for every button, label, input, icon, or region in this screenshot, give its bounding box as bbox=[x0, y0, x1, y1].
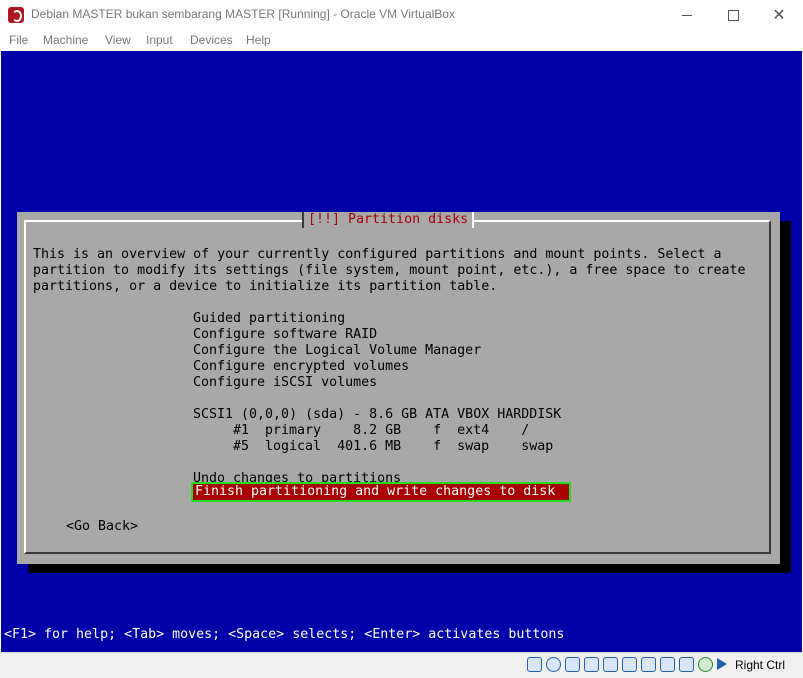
display-icon[interactable] bbox=[641, 657, 656, 672]
vm-display[interactable]: [!!] Partition disks This is an overview… bbox=[1, 51, 802, 652]
usb-icon[interactable] bbox=[603, 657, 618, 672]
minimize-icon bbox=[682, 14, 692, 16]
menu-devices[interactable]: Devices bbox=[190, 33, 233, 47]
status-bar: Right Ctrl bbox=[0, 652, 803, 678]
menu-input[interactable]: Input bbox=[146, 33, 173, 47]
maximize-button[interactable] bbox=[710, 0, 756, 30]
title-bar: Debian MASTER bukan sembarang MASTER [Ru… bbox=[0, 0, 803, 30]
disk-sda[interactable]: SCSI1 (0,0,0) (sda) - 8.6 GB ATA VBOX HA… bbox=[193, 407, 561, 423]
menu-file[interactable]: File bbox=[9, 33, 28, 47]
hard-disk-icon[interactable] bbox=[527, 657, 542, 672]
close-button[interactable]: ✕ bbox=[756, 0, 802, 30]
video-capture-icon[interactable] bbox=[660, 657, 675, 672]
partition-1[interactable]: #1 primary 8.2 GB f ext4 / bbox=[233, 423, 529, 439]
menu-machine[interactable]: Machine bbox=[43, 33, 88, 47]
option-software-raid[interactable]: Configure software RAID bbox=[193, 327, 377, 343]
cpu-icon[interactable] bbox=[679, 657, 694, 672]
partition-dialog: [!!] Partition disks This is an overview… bbox=[17, 212, 780, 564]
option-encrypted-volumes[interactable]: Configure encrypted volumes bbox=[193, 359, 409, 375]
help-line: <F1> for help; <Tab> moves; <Space> sele… bbox=[4, 627, 565, 642]
host-key-label: Right Ctrl bbox=[735, 658, 786, 672]
partition-5[interactable]: #5 logical 401.6 MB f swap swap bbox=[233, 439, 553, 455]
window-title: Debian MASTER bukan sembarang MASTER [Ru… bbox=[31, 7, 455, 21]
debian-swirl-icon bbox=[8, 7, 24, 23]
keyboard-icon[interactable] bbox=[717, 658, 727, 670]
menu-bar: File Machine View Input Devices Help bbox=[0, 30, 803, 51]
intro-line-2: partition to modify its settings (file s… bbox=[33, 263, 746, 278]
shared-folder-icon[interactable] bbox=[622, 657, 637, 672]
audio-icon[interactable] bbox=[565, 657, 580, 672]
intro-line-1: This is an overview of your currently co… bbox=[33, 247, 722, 262]
optical-drive-icon[interactable] bbox=[546, 657, 561, 672]
option-lvm[interactable]: Configure the Logical Volume Manager bbox=[193, 343, 481, 359]
close-icon: ✕ bbox=[772, 7, 786, 24]
go-back-button[interactable]: <Go Back> bbox=[66, 519, 138, 535]
option-guided-partitioning[interactable]: Guided partitioning bbox=[193, 311, 345, 327]
dialog-title: [!!] Partition disks bbox=[302, 212, 475, 228]
menu-view[interactable]: View bbox=[105, 33, 131, 47]
maximize-icon bbox=[727, 9, 739, 21]
network-icon[interactable] bbox=[584, 657, 599, 672]
option-finish-partitioning[interactable]: Finish partitioning and write changes to… bbox=[191, 482, 571, 502]
mouse-integration-icon[interactable] bbox=[698, 657, 713, 672]
intro-line-3: partitions, or a device to initialize it… bbox=[33, 279, 498, 294]
menu-help[interactable]: Help bbox=[246, 33, 271, 47]
option-iscsi-volumes[interactable]: Configure iSCSI volumes bbox=[193, 375, 377, 391]
minimize-button[interactable] bbox=[664, 0, 710, 30]
